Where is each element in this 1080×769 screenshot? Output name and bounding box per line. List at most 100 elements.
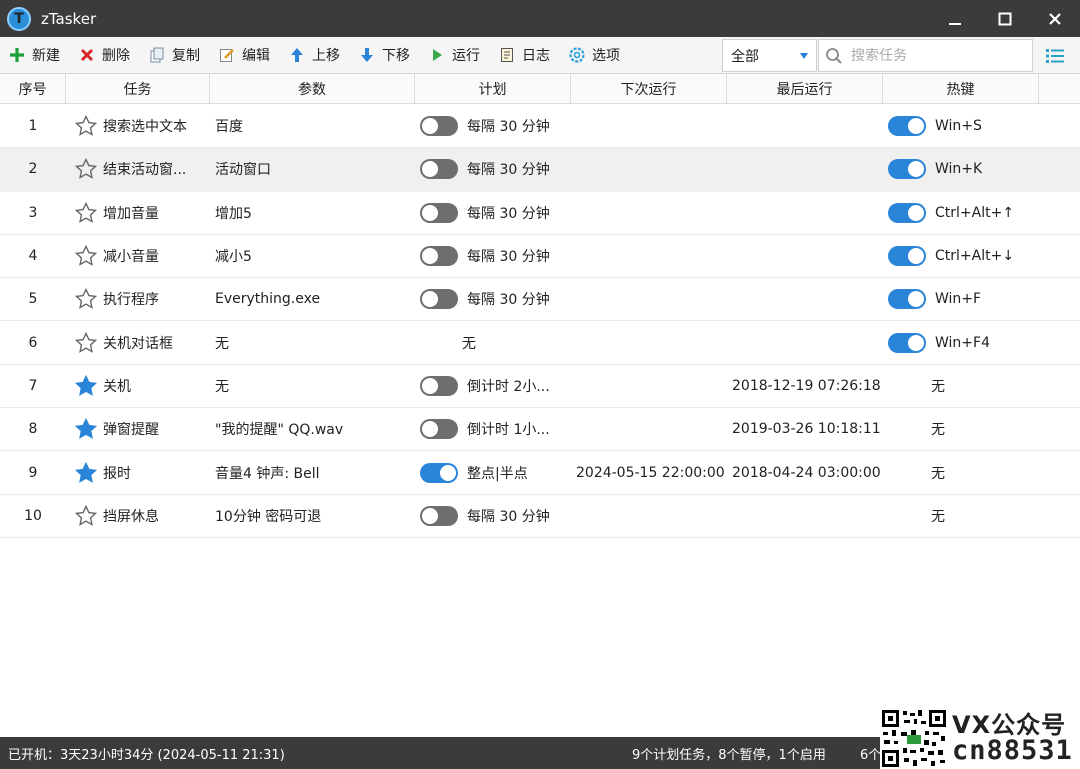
new-button[interactable]: 新建 xyxy=(0,37,70,74)
star-filled-icon[interactable] xyxy=(74,461,98,485)
column-header-last-run[interactable]: 最后运行 xyxy=(727,74,883,104)
table-row[interactable]: 2 结束活动窗... 活动窗口 每隔 30 分钟 Win+K xyxy=(0,148,1080,192)
next-run xyxy=(571,105,727,147)
plan-toggle[interactable] xyxy=(420,505,458,526)
star-outline-icon[interactable] xyxy=(74,287,98,311)
task-name: 搜索选中文本 xyxy=(103,119,187,136)
plan-text: 每隔 30 分钟 xyxy=(467,292,550,309)
plan-toggle[interactable] xyxy=(420,116,458,137)
filter-value: 全部 xyxy=(731,48,759,65)
table-row[interactable]: 7 关机 无 倒计时 2小... 2018-12-19 07:26:18 无 xyxy=(0,365,1080,409)
watermark-line2: cn88531 xyxy=(952,735,1073,766)
column-header-task[interactable]: 任务 xyxy=(66,74,210,104)
column-header-hotkey[interactable]: 热键 xyxy=(883,74,1039,104)
task-name: 增加音量 xyxy=(103,205,159,222)
task-param: 10分钟 密码可退 xyxy=(215,508,322,525)
hotkey-toggle[interactable] xyxy=(888,332,926,353)
maximize-button[interactable] xyxy=(980,0,1030,37)
plan-toggle[interactable] xyxy=(420,419,458,440)
close-button[interactable] xyxy=(1030,0,1080,37)
maximize-icon xyxy=(998,12,1012,25)
watermark: VX公众号 cn88531 xyxy=(880,708,1080,769)
task-name: 结束活动窗... xyxy=(103,162,187,179)
table-row[interactable]: 3 增加音量 增加5 每隔 30 分钟 Ctrl+Alt+↑ xyxy=(0,192,1080,235)
star-filled-icon[interactable] xyxy=(74,417,98,441)
star-outline-icon[interactable] xyxy=(74,201,98,225)
table-header: 序号 任务 参数 计划 下次运行 最后运行 热键 xyxy=(0,74,1080,104)
next-run xyxy=(571,365,727,407)
star-outline-icon[interactable] xyxy=(74,504,98,528)
table-row[interactable]: 4 减小音量 减小5 每隔 30 分钟 Ctrl+Alt+↓ xyxy=(0,235,1080,279)
table-row[interactable]: 1 搜索选中文本 百度 每隔 30 分钟 Win+S xyxy=(0,105,1080,149)
table-row[interactable]: 5 执行程序 Everything.exe 每隔 30 分钟 Win+F xyxy=(0,278,1080,322)
x-icon xyxy=(78,46,96,64)
task-param: 无 xyxy=(215,335,229,352)
delete-button[interactable]: 删除 xyxy=(70,37,140,74)
search-box xyxy=(818,39,1033,72)
plan-toggle[interactable] xyxy=(420,289,458,310)
move-down-button[interactable]: 下移 xyxy=(350,37,420,74)
table-row[interactable]: 8 弹窗提醒 "我的提醒" QQ.wav 倒计时 1小... 2019-03-2… xyxy=(0,408,1080,452)
minimize-button[interactable] xyxy=(930,0,980,37)
search-input[interactable] xyxy=(851,47,1021,64)
hotkey-text: 无 xyxy=(931,422,945,439)
hotkey-toggle[interactable] xyxy=(888,202,926,223)
filter-select[interactable]: 全部 xyxy=(722,39,817,72)
list-icon xyxy=(1046,48,1064,63)
hotkey-text: 无 xyxy=(931,378,945,395)
hotkey-text: Ctrl+Alt+↑ xyxy=(935,204,1015,221)
run-button[interactable]: 运行 xyxy=(420,37,490,74)
star-outline-icon[interactable] xyxy=(74,114,98,138)
minimize-icon xyxy=(949,22,961,25)
table-row[interactable]: 10 挡屏休息 10分钟 密码可退 每隔 30 分钟 无 xyxy=(0,495,1080,538)
plan-text: 每隔 30 分钟 xyxy=(467,205,550,222)
row-index: 4 xyxy=(28,248,38,265)
column-header-next-run[interactable]: 下次运行 xyxy=(571,74,727,104)
qr-code-icon xyxy=(880,708,948,769)
hotkey-toggle[interactable] xyxy=(888,159,926,180)
task-param: "我的提醒" QQ.wav xyxy=(215,422,344,439)
copy-button[interactable]: 复制 xyxy=(140,37,210,74)
plan-toggle[interactable] xyxy=(420,375,458,396)
search-icon xyxy=(826,47,842,64)
plan-toggle[interactable] xyxy=(420,202,458,223)
log-button[interactable]: 日志 xyxy=(490,37,560,74)
row-index: 5 xyxy=(28,291,38,308)
play-icon xyxy=(428,46,446,64)
arrow-up-icon xyxy=(288,46,306,64)
next-run xyxy=(571,321,727,363)
hotkey-toggle[interactable] xyxy=(888,116,926,137)
title-bar: T zTasker xyxy=(0,0,1080,37)
table-row[interactable]: 6 关机对话框 无 无 Win+F4 xyxy=(0,321,1080,365)
hotkey-toggle[interactable] xyxy=(888,289,926,310)
column-header-plan[interactable]: 计划 xyxy=(415,74,571,104)
star-outline-icon[interactable] xyxy=(74,331,98,355)
next-run xyxy=(571,408,727,450)
hotkey-toggle[interactable] xyxy=(888,246,926,267)
last-run xyxy=(727,495,883,537)
task-param: 活动窗口 xyxy=(215,162,271,179)
last-run xyxy=(727,148,883,190)
hotkey-text: 无 xyxy=(931,465,945,482)
move-up-button[interactable]: 上移 xyxy=(280,37,350,74)
options-button[interactable]: 选项 xyxy=(560,37,630,74)
next-run xyxy=(571,148,727,190)
star-outline-icon[interactable] xyxy=(74,157,98,181)
table-row[interactable]: 9 报时 音量4 钟声: Bell 整点|半点 2024-05-15 22:00… xyxy=(0,451,1080,495)
hotkey-text: 无 xyxy=(931,508,945,525)
next-run xyxy=(571,192,727,234)
star-outline-icon[interactable] xyxy=(74,244,98,268)
column-header-param[interactable]: 参数 xyxy=(210,74,415,104)
status-tail-text: 6个 xyxy=(860,747,882,763)
plan-toggle[interactable] xyxy=(420,159,458,180)
plan-toggle[interactable] xyxy=(420,246,458,267)
star-filled-icon[interactable] xyxy=(74,374,98,398)
plan-toggle[interactable] xyxy=(420,462,458,483)
task-param: 音量4 钟声: Bell xyxy=(215,465,320,482)
plan-text: 倒计时 2小... xyxy=(467,378,550,395)
edit-button[interactable]: 编辑 xyxy=(210,37,280,74)
copy-icon xyxy=(148,46,166,64)
task-param: 减小5 xyxy=(215,249,252,266)
list-menu-button[interactable] xyxy=(1040,41,1070,70)
column-header-index[interactable]: 序号 xyxy=(0,74,66,104)
